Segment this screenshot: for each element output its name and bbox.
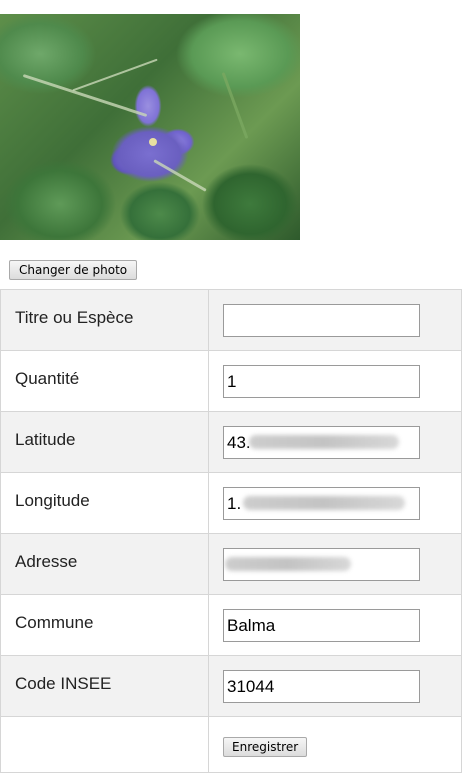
- longitude-label: Longitude: [0, 472, 209, 534]
- empty-cell: [0, 716, 209, 773]
- title-label: Titre ou Espèce: [0, 289, 209, 351]
- change-photo-button[interactable]: Changer de photo: [9, 260, 138, 280]
- commune-input[interactable]: [223, 609, 420, 642]
- latitude-input[interactable]: [223, 426, 420, 459]
- form-row-latitude: Latitude: [0, 411, 462, 473]
- title-input[interactable]: [223, 304, 420, 337]
- observation-form: Titre ou Espèce Quantité Latitude Longit…: [0, 289, 462, 773]
- insee-input[interactable]: [223, 670, 420, 703]
- form-row-quantity: Quantité: [0, 350, 462, 412]
- form-row-actions: Enregistrer: [0, 716, 462, 773]
- latitude-label: Latitude: [0, 411, 209, 473]
- form-row-title: Titre ou Espèce: [0, 289, 462, 351]
- form-row-address: Adresse: [0, 533, 462, 595]
- commune-label: Commune: [0, 594, 209, 656]
- form-row-insee: Code INSEE: [0, 655, 462, 717]
- address-label: Adresse: [0, 533, 209, 595]
- quantity-label: Quantité: [0, 350, 209, 412]
- form-row-longitude: Longitude: [0, 472, 462, 534]
- longitude-input[interactable]: [223, 487, 420, 520]
- quantity-input[interactable]: [223, 365, 420, 398]
- save-button[interactable]: Enregistrer: [223, 737, 308, 757]
- insee-label: Code INSEE: [0, 655, 209, 717]
- address-input[interactable]: [223, 548, 420, 581]
- form-row-commune: Commune: [0, 594, 462, 656]
- observation-photo: [0, 14, 300, 240]
